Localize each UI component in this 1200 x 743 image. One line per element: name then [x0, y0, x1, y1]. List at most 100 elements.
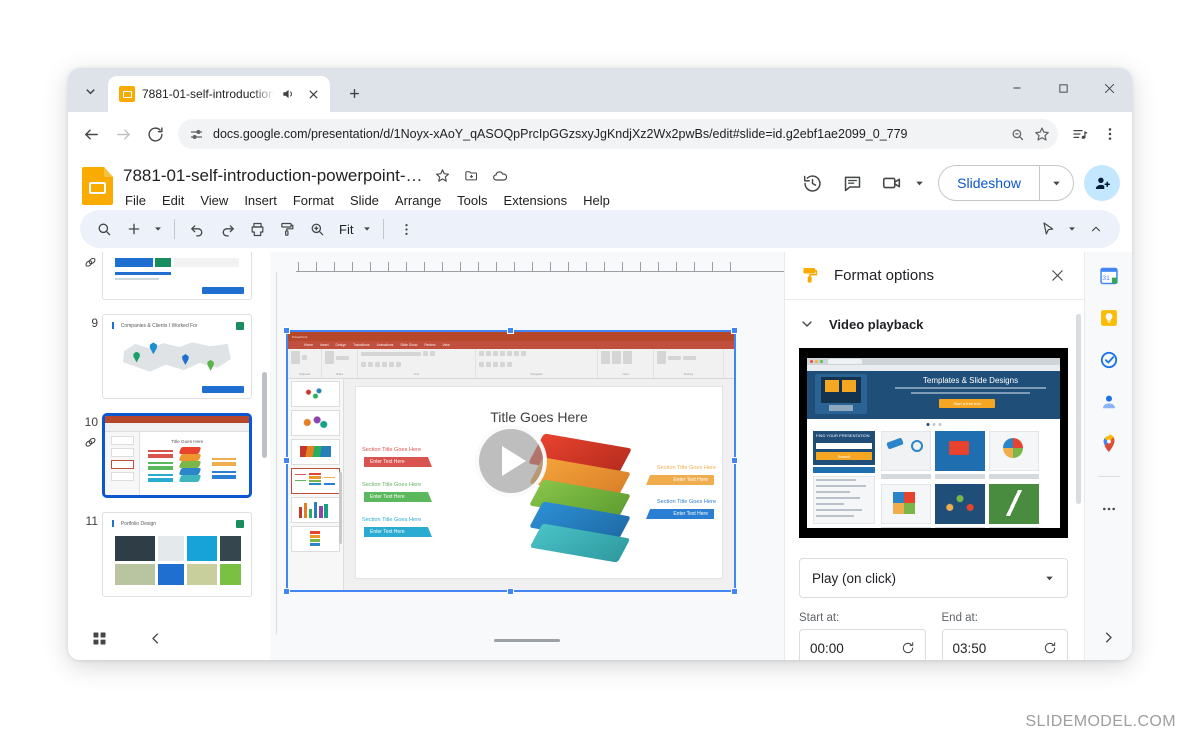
cursor-arrow-icon[interactable] [1034, 215, 1062, 243]
video-playback-section-header[interactable]: Video playback [785, 300, 1084, 340]
undo-icon[interactable] [183, 215, 211, 243]
collapse-toolbar-chevron-up-icon[interactable] [1082, 215, 1110, 243]
video-camera-icon[interactable] [874, 165, 910, 201]
new-tab-button[interactable] [340, 79, 368, 107]
slide-thumbnail-10[interactable]: 10 Title Goes Here [68, 406, 270, 505]
bookmark-star-icon[interactable] [1034, 126, 1050, 142]
expand-rail-chevron-right-icon[interactable] [1101, 630, 1116, 650]
tune-sliders-icon[interactable] [189, 127, 204, 142]
selection-handle-bl[interactable] [283, 588, 290, 595]
zoom-level-value[interactable]: Fit [333, 222, 357, 237]
playback-chevron-down-icon[interactable] [1044, 573, 1055, 584]
slide-list[interactable]: 9 Companies & Clients I Worked For 10 Ti… [68, 252, 270, 616]
menu-tools[interactable]: Tools [456, 191, 488, 210]
selection-handle-br[interactable] [731, 588, 738, 595]
filmstrip-scrollbar[interactable] [262, 372, 267, 458]
cursor-chevron-down-icon[interactable] [1064, 215, 1080, 243]
star-icon[interactable] [432, 166, 452, 186]
menu-insert[interactable]: Insert [243, 191, 278, 210]
canvas-resize-grip[interactable] [494, 639, 560, 642]
paint-format-icon[interactable] [273, 215, 301, 243]
toolbar-more-menu-icon[interactable] [392, 215, 420, 243]
speaker-playing-icon[interactable] [281, 87, 297, 101]
collapse-filmstrip-chevron-left-icon[interactable] [144, 627, 166, 649]
slideshow-options-chevron-icon[interactable] [1039, 166, 1073, 200]
play-button-icon[interactable] [475, 425, 547, 497]
playback-mode-select[interactable]: Play (on click) [799, 558, 1068, 598]
selection-handle-ml[interactable] [283, 457, 290, 464]
search-icon[interactable] [90, 215, 118, 243]
close-panel-icon[interactable] [1044, 263, 1070, 289]
grid-view-icon[interactable] [88, 627, 110, 649]
slide-thumbnail-11[interactable]: 11 Portfolio Design [68, 505, 270, 604]
forward-button[interactable] [108, 119, 138, 149]
zoom-magnifier-icon[interactable] [1010, 127, 1025, 142]
share-add-person-button[interactable] [1084, 165, 1120, 201]
minimize-button[interactable] [994, 68, 1040, 108]
maximize-button[interactable] [1040, 68, 1086, 108]
ppt-tab-insert: Insert [320, 343, 329, 347]
back-button[interactable] [76, 119, 106, 149]
address-bar[interactable]: docs.google.com/presentation/d/1Noyx-xAo… [178, 119, 1058, 149]
more-addons-icon[interactable] [1097, 497, 1121, 521]
selection-handle-bc[interactable] [507, 588, 514, 595]
zoom-chevron-down-icon[interactable] [359, 215, 375, 243]
menu-help[interactable]: Help [582, 191, 611, 210]
browser-menu-icon[interactable] [1096, 120, 1124, 148]
video-preview-thumbnail[interactable]: Templates & Slide Designs Start a free t… [799, 348, 1068, 538]
google-contacts-icon[interactable] [1097, 390, 1121, 414]
end-reset-icon[interactable] [1043, 641, 1057, 655]
browser-tab[interactable]: 7881-01-self-introduction-p [108, 76, 330, 112]
slide-thumbnail-8[interactable] [68, 252, 270, 307]
slide-canvas-area[interactable]: PowerPoint Home Insert Design Transition… [270, 252, 784, 660]
new-slide-chevron-down-icon[interactable] [150, 215, 166, 243]
menu-file[interactable]: File [124, 191, 147, 210]
media-control-icon[interactable] [1066, 120, 1094, 148]
redo-icon[interactable] [213, 215, 241, 243]
print-icon[interactable] [243, 215, 271, 243]
start-at-value: 00:00 [810, 640, 844, 656]
selection-handle-tr[interactable] [731, 327, 738, 334]
slideshow-button-group: Slideshow [938, 165, 1074, 201]
start-reset-icon[interactable] [901, 641, 915, 655]
ppt-tab-transitions: Transitions [353, 343, 370, 347]
menu-slide[interactable]: Slide [349, 191, 380, 210]
ppt-mini-slide [291, 439, 340, 465]
meet-chevron-down-icon[interactable] [910, 165, 928, 201]
menu-edit[interactable]: Edit [161, 191, 185, 210]
selection-handle-mr[interactable] [731, 457, 738, 464]
google-tasks-icon[interactable] [1097, 348, 1121, 372]
ppt-mini-slide [291, 381, 340, 407]
menu-format[interactable]: Format [292, 191, 335, 210]
version-history-icon[interactable] [794, 165, 830, 201]
google-calendar-icon[interactable]: 31 [1097, 264, 1121, 288]
menu-view[interactable]: View [199, 191, 229, 210]
move-to-folder-icon[interactable] [461, 166, 481, 186]
selection-handle-tl[interactable] [283, 327, 290, 334]
ppt-mini-slide [291, 410, 340, 436]
document-title[interactable]: 7881-01-self-introduction-powerpoint-tem… [123, 166, 423, 186]
format-panel-scrollbar[interactable] [1076, 314, 1081, 504]
close-window-button[interactable] [1086, 68, 1132, 108]
google-maps-icon[interactable] [1097, 432, 1121, 456]
section-chevron-down-icon[interactable] [799, 316, 815, 332]
google-keep-icon[interactable] [1097, 306, 1121, 330]
slides-toolbar: Fit [80, 210, 1120, 248]
reload-button[interactable] [140, 119, 170, 149]
comment-icon[interactable] [834, 165, 870, 201]
slide-thumbnail-9[interactable]: 9 Companies & Clients I Worked For [68, 307, 270, 406]
tab-close-icon[interactable] [304, 85, 322, 103]
menu-extensions[interactable]: Extensions [503, 191, 569, 210]
video-object[interactable]: PowerPoint Home Insert Design Transition… [288, 332, 734, 590]
start-at-input[interactable]: 00:00 [799, 629, 926, 660]
google-slides-logo-icon[interactable] [82, 167, 113, 205]
selection-handle-tc[interactable] [507, 327, 514, 334]
menu-arrange[interactable]: Arrange [394, 191, 442, 210]
zoom-icon[interactable] [303, 215, 331, 243]
section-label-right-2: Section Title Goes Here [656, 499, 716, 505]
new-slide-button[interactable] [120, 215, 148, 243]
slideshow-button[interactable]: Slideshow [939, 166, 1039, 200]
cloud-saved-icon[interactable] [490, 166, 510, 186]
end-at-input[interactable]: 03:50 [941, 629, 1068, 660]
tab-search-chevron-icon[interactable] [76, 77, 104, 105]
